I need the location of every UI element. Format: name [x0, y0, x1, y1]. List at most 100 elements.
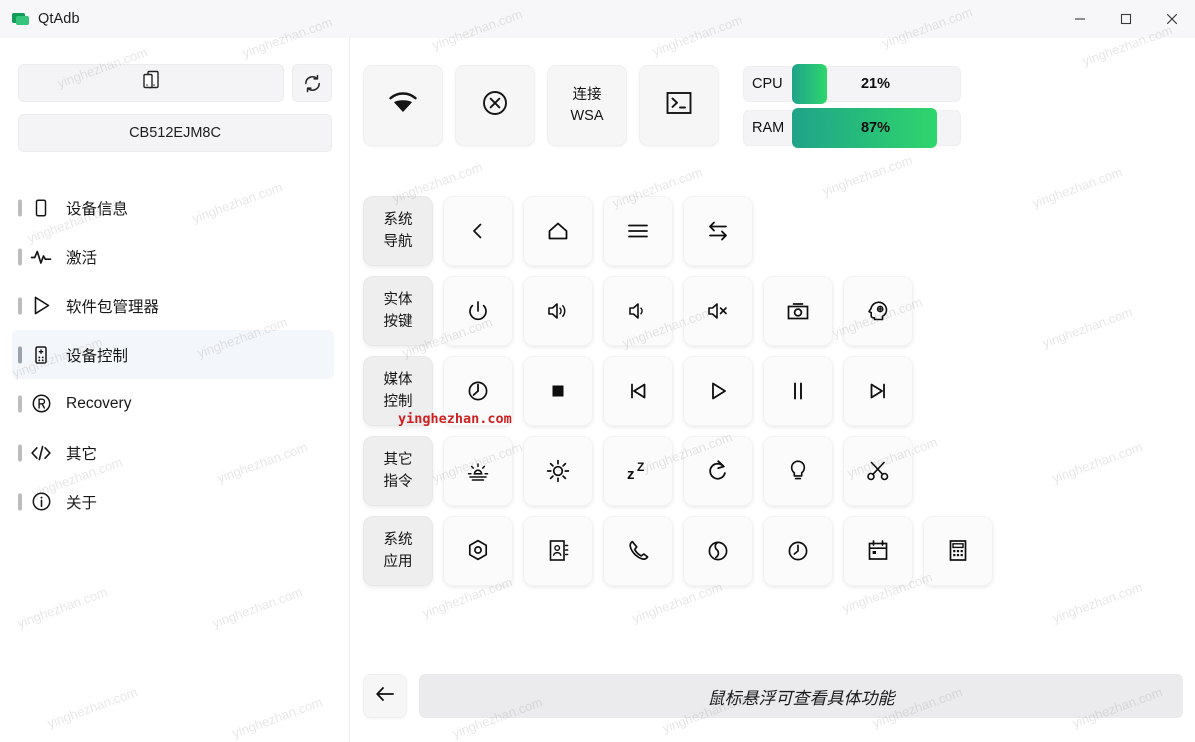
group-label-system-navigation: 系统 导航	[363, 196, 433, 266]
pulse-icon	[30, 246, 52, 268]
cpu-meter-value: 21%	[860, 76, 891, 92]
cmd-brightness-down-button[interactable]	[443, 436, 513, 506]
cpu-meter-label: CPU	[752, 76, 783, 92]
volume-up-icon	[545, 300, 571, 322]
sidebar-item-about[interactable]: 关于	[12, 477, 334, 526]
app-browser-button[interactable]	[683, 516, 753, 586]
cmd-sleep-button[interactable]: z Z	[603, 436, 673, 506]
media-pause-button[interactable]	[763, 356, 833, 426]
cmd-brightness-up-button[interactable]	[523, 436, 593, 506]
media-previous-button[interactable]	[603, 356, 673, 426]
group-label-line2: 导航	[383, 233, 413, 250]
key-mute-button[interactable]	[683, 276, 753, 346]
group-label-line2: 应用	[383, 553, 413, 570]
sidebar-item-device-info[interactable]: 设备信息	[12, 183, 334, 232]
group-label-line1: 媒体	[383, 371, 413, 388]
group-label-physical-keys: 实体 按键	[363, 276, 433, 346]
app-calendar-button[interactable]	[843, 516, 913, 586]
app-settings-button[interactable]	[443, 516, 513, 586]
ram-meter: RAM 87%	[743, 108, 961, 148]
play-icon	[706, 379, 730, 403]
minimize-icon[interactable]	[1057, 0, 1103, 38]
app-clock-button[interactable]	[763, 516, 833, 586]
svg-text:Z: Z	[637, 460, 644, 474]
grid-row-system-apps: 系统 应用	[363, 516, 993, 586]
media-power-icon	[466, 379, 490, 403]
phone-handset-icon	[626, 538, 650, 564]
group-label-system-apps: 系统 应用	[363, 516, 433, 586]
menu-icon	[625, 220, 651, 242]
sidebar-item-label: 其它	[66, 445, 98, 463]
assistant-head-icon	[866, 298, 890, 324]
qtadb-window: QtAdb CB512EJM8C 设备信息 激活 软件包管理器 设备控制 Rec…	[0, 0, 1195, 742]
maximize-icon[interactable]	[1103, 0, 1149, 38]
wifi-connect-button[interactable]	[363, 65, 443, 146]
key-power-button[interactable]	[443, 276, 513, 346]
app-contacts-button[interactable]	[523, 516, 593, 586]
group-label-line1: 系统	[383, 531, 413, 548]
volume-mute-icon	[705, 300, 731, 322]
ram-meter-label: RAM	[752, 120, 785, 136]
clock-icon	[786, 539, 810, 563]
grid-row-system-navigation: 系统 导航	[363, 196, 993, 266]
cmd-wake-button[interactable]	[683, 436, 753, 506]
cmd-screenshot-cut-button[interactable]	[843, 436, 913, 506]
sidebar-item-recovery[interactable]: Recovery	[12, 379, 334, 428]
group-label-line2: 指令	[383, 473, 413, 490]
terminal-icon	[664, 89, 694, 122]
disconnect-circle-x-icon	[481, 89, 509, 122]
app-dialer-button[interactable]	[603, 516, 673, 586]
media-next-button[interactable]	[843, 356, 913, 426]
app-calculator-button[interactable]	[923, 516, 993, 586]
bottom-bar: 鼠标悬浮可查看具体功能	[363, 674, 1183, 718]
key-camera-button[interactable]	[763, 276, 833, 346]
nav-app-switch-button[interactable]	[683, 196, 753, 266]
title-bar: QtAdb	[0, 0, 1195, 38]
group-label-line1: 实体	[383, 291, 413, 308]
key-volume-up-button[interactable]	[523, 276, 593, 346]
sidebar-item-device-control[interactable]: 设备控制	[12, 330, 334, 379]
disconnect-button[interactable]	[455, 65, 535, 146]
title-bar-left: QtAdb	[0, 11, 80, 28]
sidebar-item-package-manager[interactable]: 软件包管理器	[12, 281, 334, 330]
cmd-flashlight-button[interactable]	[763, 436, 833, 506]
sidebar-item-other[interactable]: 其它	[12, 428, 334, 477]
nav-back-button[interactable]	[443, 196, 513, 266]
previous-track-icon	[626, 379, 650, 403]
connect-wsa-button[interactable]: 连接 WSA	[547, 65, 627, 146]
nav-home-button[interactable]	[523, 196, 593, 266]
key-volume-down-button[interactable]	[603, 276, 673, 346]
group-label-line2: 控制	[383, 393, 413, 410]
cpu-meter-track: 21%	[792, 64, 959, 104]
group-label-other-commands: 其它 指令	[363, 436, 433, 506]
nav-menu-button[interactable]	[603, 196, 673, 266]
connect-wsa-label-line2: WSA	[570, 107, 604, 124]
chevron-left-icon	[467, 220, 489, 242]
brightness-low-icon	[465, 459, 491, 483]
calculator-icon	[946, 538, 970, 564]
top-toolbar: 连接 WSA CPU 21% RAM 87%	[363, 64, 961, 148]
group-label-line1: 系统	[383, 211, 413, 228]
device-select[interactable]	[18, 64, 284, 102]
group-label-line1: 其它	[383, 451, 413, 468]
sidebar-item-label: 软件包管理器	[66, 298, 160, 316]
sidebar: CB512EJM8C 设备信息 激活 软件包管理器 设备控制 Recovery …	[0, 38, 350, 742]
refresh-icon[interactable]	[292, 64, 332, 102]
media-play-button[interactable]	[683, 356, 753, 426]
contacts-icon	[546, 538, 570, 564]
main-panel: 连接 WSA CPU 21% RAM 87% 系统 导航 实体 按键 媒体 控制…	[350, 38, 1195, 742]
sidebar-item-activate[interactable]: 激活	[12, 232, 334, 281]
back-button[interactable]	[363, 674, 407, 718]
device-serial[interactable]: CB512EJM8C	[18, 114, 332, 152]
control-grid: 系统 导航 实体 按键 媒体 控制 其它 指令 z Z 系统 应用	[363, 196, 993, 596]
sidebar-item-label: 关于	[66, 494, 98, 512]
cpu-meter: CPU 21%	[743, 64, 961, 104]
close-icon[interactable]	[1149, 0, 1195, 38]
browser-globe-icon	[706, 539, 730, 563]
app-switch-icon	[705, 219, 731, 243]
terminal-button[interactable]	[639, 65, 719, 146]
media-stop-button[interactable]	[523, 356, 593, 426]
settings-gear-icon	[466, 538, 490, 564]
grid-row-physical-keys: 实体 按键	[363, 276, 993, 346]
key-assistant-button[interactable]	[843, 276, 913, 346]
